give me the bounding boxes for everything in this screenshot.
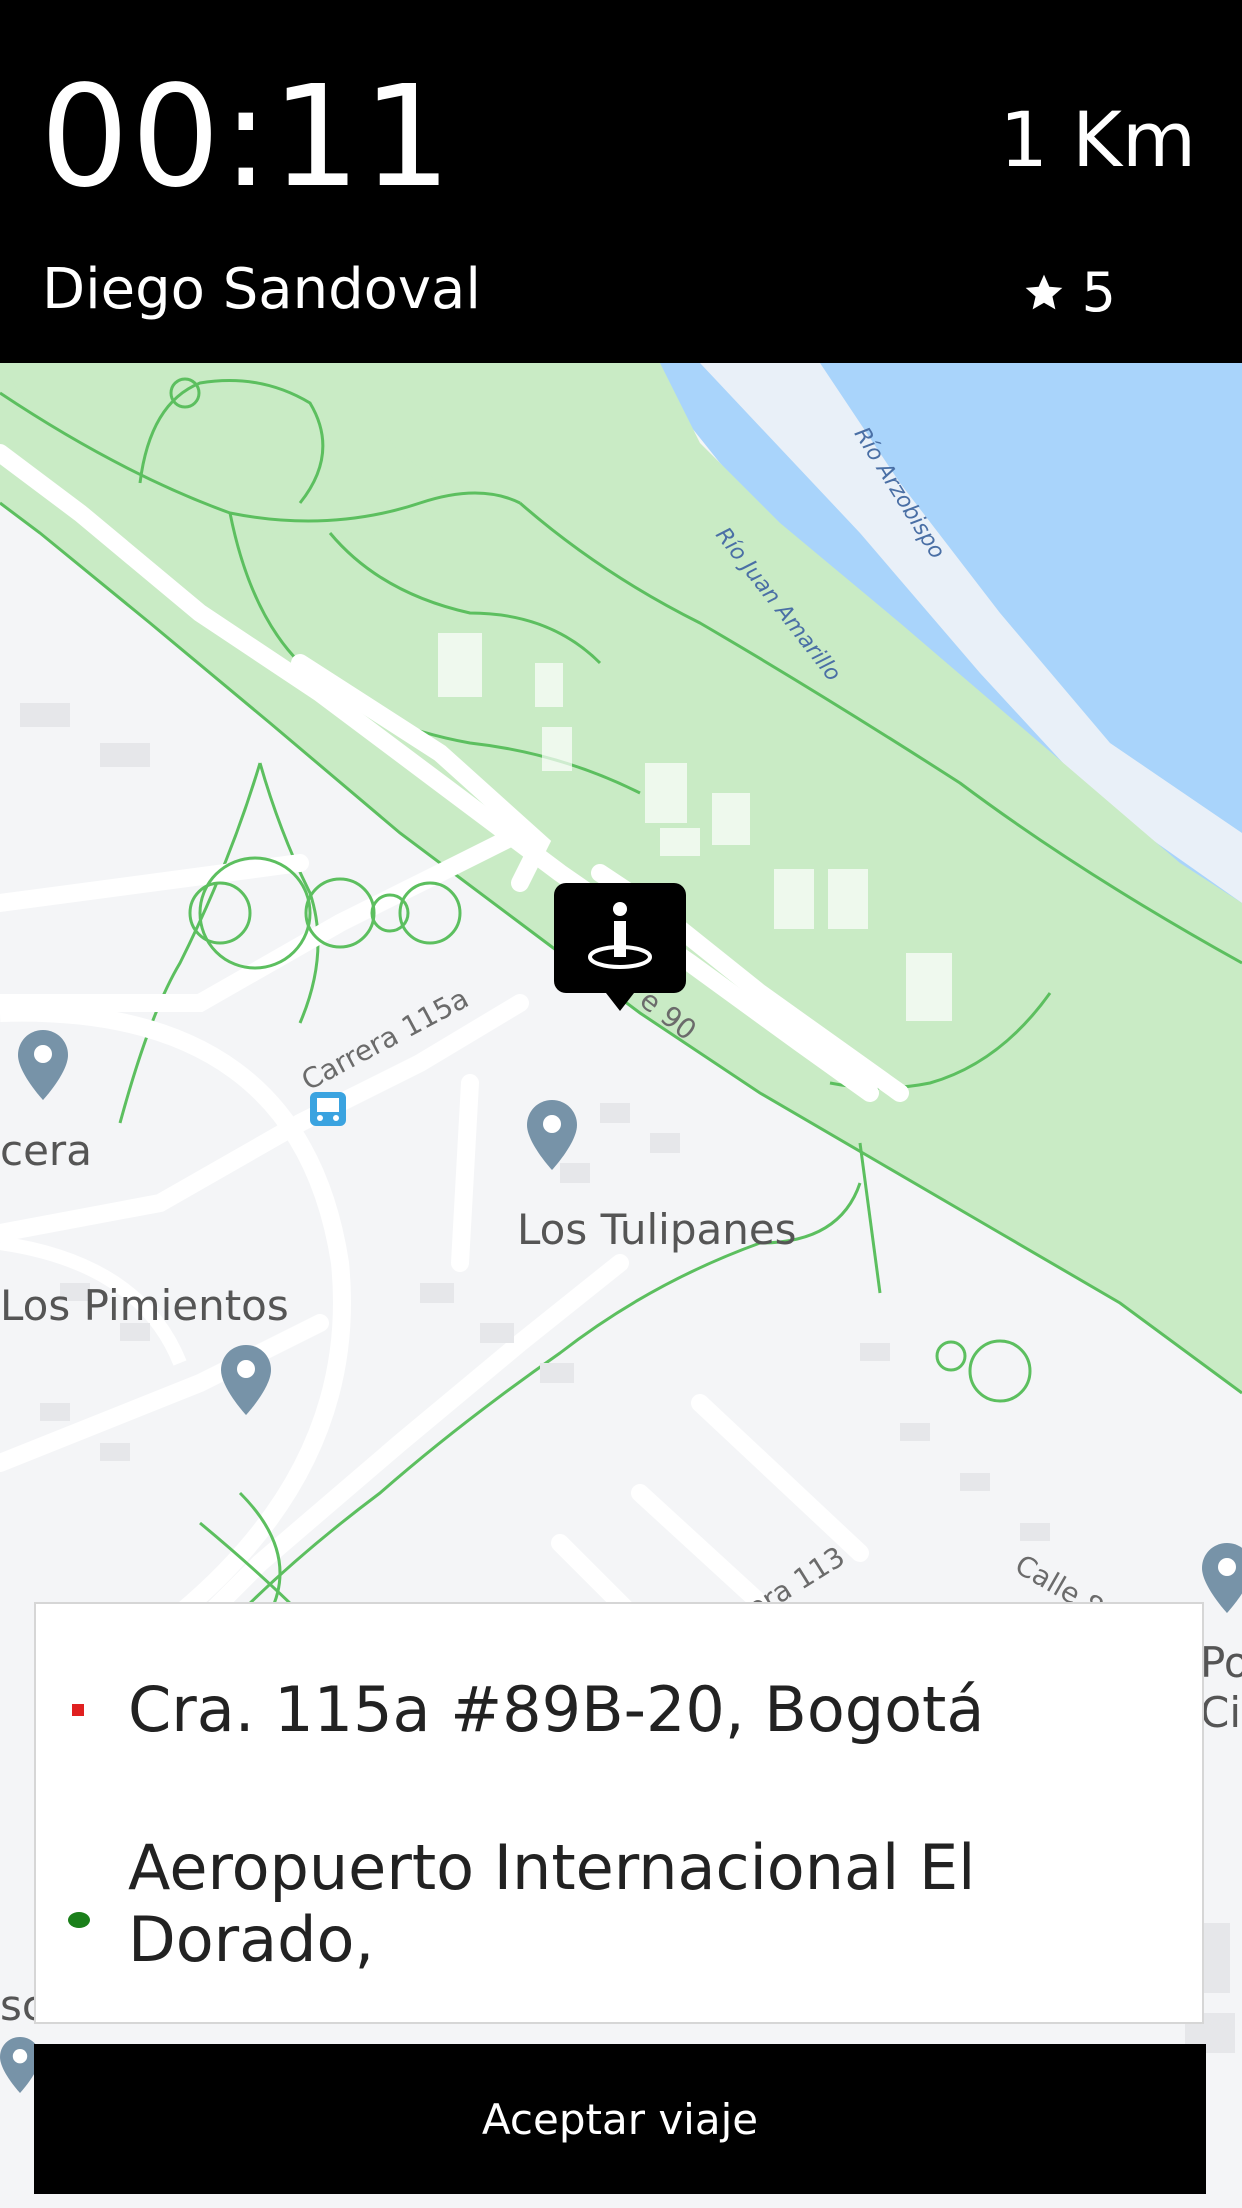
trip-header: 00:11 1 Km Diego Sandoval 5 (0, 0, 1242, 363)
pickup-marker-icon (72, 1704, 84, 1716)
place-label: cera (0, 1126, 92, 1175)
place-label: Ciu (1200, 1688, 1242, 1737)
place-pin-icon[interactable] (18, 1030, 68, 1100)
destination-line-1: Aeropuerto Internacional El (128, 1831, 976, 1904)
place-label: Los Pimientos (0, 1281, 289, 1330)
place-label: Po (1200, 1638, 1242, 1687)
place-pin-icon[interactable] (221, 1345, 271, 1415)
destination-marker-icon (68, 1912, 90, 1928)
star-icon (1025, 274, 1062, 310)
rating-value: 5 (1081, 261, 1116, 324)
accept-trip-button[interactable]: Aceptar viaje (34, 2044, 1206, 2194)
trip-distance: 1 Km (999, 95, 1196, 184)
place-label: Los Tulipanes (517, 1205, 797, 1254)
trip-address-card: Cra. 115a #89B-20, Bogotá Aeropuerto Int… (34, 1602, 1204, 2024)
destination-address: Aeropuerto Internacional El Dorado, (128, 1832, 975, 1976)
bus-stop-icon (310, 1092, 346, 1126)
driver-name: Diego Sandoval (42, 257, 481, 322)
place-pin-icon[interactable] (527, 1100, 577, 1170)
destination-line-2: Dorado, (128, 1902, 375, 1976)
driver-rating: 5 (1022, 266, 1116, 320)
place-pin-icon[interactable] (1202, 1543, 1242, 1613)
trip-timer: 00:11 (40, 56, 454, 219)
pickup-address: Cra. 115a #89B-20, Bogotá (128, 1673, 985, 1746)
